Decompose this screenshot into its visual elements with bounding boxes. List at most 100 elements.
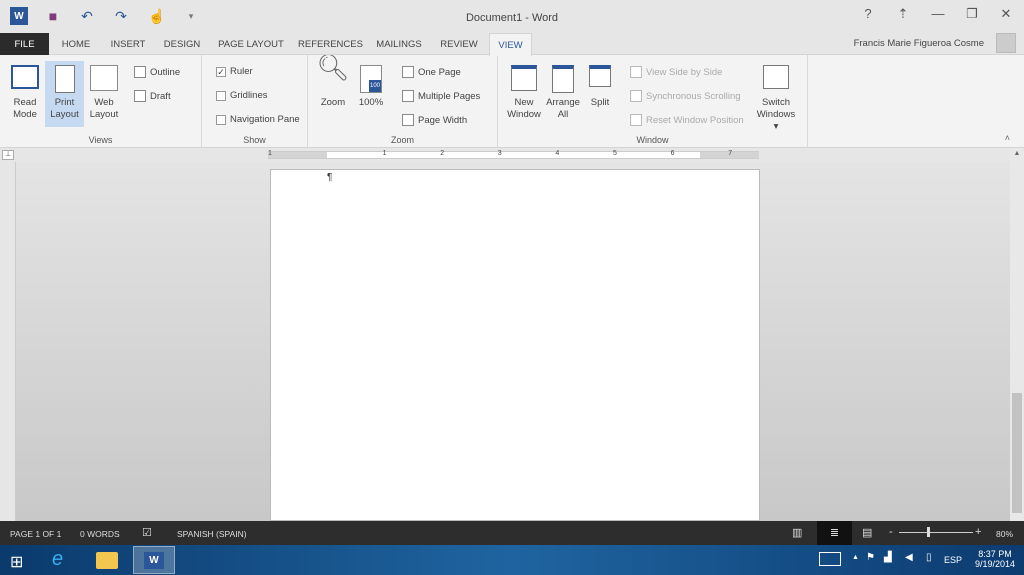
print-layout-button[interactable]: Print Layout (45, 61, 84, 127)
title-bar: W ■ ↶ ↷ ☝ ▾ Document1 - Word ? ⇡ — ❐ ✕ (0, 0, 1024, 33)
views-group: Read Mode Print Layout Web Layout Outlin… (0, 55, 202, 148)
synchronous-scrolling-button[interactable]: Synchronous Scrolling (630, 90, 741, 102)
ruler-checkbox[interactable]: ✓ Ruler (216, 66, 253, 77)
zoom-slider[interactable] (899, 532, 973, 533)
zoom-level[interactable]: 80% (996, 529, 1013, 539)
input-language[interactable]: ESP (944, 555, 962, 565)
avatar[interactable] (996, 33, 1016, 53)
outline-button[interactable]: Outline (134, 66, 180, 78)
page-width-label: Page Width (418, 114, 468, 126)
date: 9/19/2014 (975, 559, 1016, 569)
zoom-out-icon[interactable]: - (889, 526, 893, 538)
vertical-scrollbar[interactable]: ▲ (1010, 148, 1024, 521)
scroll-up-icon[interactable]: ▲ (1012, 150, 1022, 160)
zoom-group-label: Zoom (390, 135, 414, 145)
taskbar: ⊞ e W ▲ ⚑ ▟ ◀ ▯ ESP 8:37 PM 9/19/2014 (0, 545, 1024, 575)
new-window-button[interactable]: New Window (504, 61, 544, 127)
multiple-pages-icon (402, 90, 414, 102)
window-group-label: Window (636, 135, 669, 145)
page-width-button[interactable]: Page Width (402, 114, 467, 126)
help-icon[interactable]: ? (858, 6, 878, 21)
web-layout-view-icon[interactable]: ▤ (862, 526, 872, 539)
word-taskbar-button[interactable]: W (133, 546, 175, 574)
100-badge: 100 (368, 80, 381, 92)
draft-button[interactable]: Draft (134, 90, 171, 102)
restore-icon[interactable]: ❐ (962, 6, 982, 22)
split-button[interactable]: Split (584, 61, 616, 127)
proofing-icon[interactable]: ☑ (142, 526, 152, 539)
tab-home[interactable]: HOME (56, 33, 96, 55)
tab-selector[interactable]: ⊥ (2, 150, 14, 160)
window-group: New Window Arrange All Split View Side b… (498, 55, 808, 148)
battery-icon[interactable]: ▯ (926, 552, 932, 563)
arrange-all-button[interactable]: Arrange All (544, 61, 582, 127)
split-label: Split (590, 97, 610, 108)
100-percent-label: 100% (358, 97, 384, 108)
navigation-pane-checkbox[interactable]: Navigation Pane (216, 114, 300, 125)
ribbon-display-icon[interactable]: ⇡ (893, 6, 913, 22)
read-mode-button[interactable]: Read Mode (5, 61, 45, 127)
page-width-icon (402, 114, 414, 126)
reset-window-position-button[interactable]: Reset Window Position (630, 114, 744, 126)
show-hidden-icons[interactable]: ▲ (852, 554, 859, 561)
ruler-number: 1 (268, 150, 272, 157)
multiple-pages-label: Multiple Pages (418, 90, 481, 102)
network-icon[interactable]: ▟ (884, 552, 892, 563)
vertical-ruler[interactable] (0, 162, 16, 521)
zoom-in-icon[interactable]: + (975, 526, 981, 538)
minimize-icon[interactable]: — (928, 6, 948, 21)
switch-windows-icon (763, 65, 789, 89)
reset-window-icon (630, 114, 642, 126)
zoom-label: Zoom (320, 97, 346, 108)
tab-design[interactable]: DESIGN (160, 33, 204, 55)
clock[interactable]: 8:37 PM 9/19/2014 (975, 549, 1015, 569)
switch-windows-button[interactable]: Switch Windows ▾ (754, 61, 798, 132)
gridlines-checkbox[interactable]: Gridlines (216, 90, 268, 101)
tab-references[interactable]: REFERENCES (298, 33, 363, 55)
one-page-button[interactable]: One Page (402, 66, 461, 78)
language[interactable]: SPANISH (SPAIN) (177, 529, 247, 539)
100-percent-icon: 100 (360, 65, 382, 93)
print-layout-icon (54, 65, 75, 93)
volume-icon[interactable]: ◀ (905, 552, 913, 563)
tab-insert[interactable]: INSERT (108, 33, 148, 55)
one-page-label: One Page (418, 66, 461, 78)
tab-view[interactable]: VIEW (489, 33, 532, 56)
scrollbar-thumb[interactable] (1012, 393, 1022, 513)
ribbon: Read Mode Print Layout Web Layout Outlin… (0, 54, 1024, 148)
web-layout-button[interactable]: Web Layout (85, 61, 123, 127)
keyboard-icon[interactable] (819, 552, 841, 566)
ruler-number: 5 (613, 150, 617, 157)
web-layout-label: Web Layout (89, 97, 119, 120)
tab-review[interactable]: REVIEW (436, 33, 482, 55)
ruler-number: 3 (497, 150, 502, 157)
navigation-pane-label: Navigation Pane (230, 114, 300, 125)
start-icon[interactable]: ⊞ (10, 552, 23, 572)
print-layout-view-icon[interactable]: ≣ (817, 521, 852, 545)
zoom-button[interactable]: 🔍︎ Zoom (316, 54, 350, 127)
multiple-pages-button[interactable]: Multiple Pages (402, 90, 480, 102)
close-icon[interactable]: ✕ (996, 6, 1016, 22)
tab-file[interactable]: FILE (0, 33, 49, 55)
show-group-label: Show (243, 135, 266, 145)
tab-mailings[interactable]: MAILINGS (374, 33, 424, 55)
horizontal-ruler[interactable]: 1 1 2 3 4 5 6 7 (268, 150, 759, 159)
gridlines-label: Gridlines (230, 90, 268, 101)
page-count[interactable]: PAGE 1 OF 1 (10, 529, 61, 539)
file-explorer-icon[interactable] (96, 552, 118, 569)
read-mode-view-icon[interactable]: ▥ (792, 526, 802, 539)
user-name[interactable]: Francis Marie Figueroa Cosme (854, 38, 984, 49)
zoom-slider-thumb[interactable] (926, 527, 930, 537)
document-page[interactable]: ¶ (270, 169, 760, 521)
one-page-icon (402, 66, 414, 78)
action-center-icon[interactable]: ⚑ (866, 552, 875, 563)
view-side-by-side-button[interactable]: View Side by Side (630, 66, 722, 78)
internet-explorer-icon[interactable]: e (52, 548, 63, 571)
collapse-ribbon-icon[interactable]: ˄ (1005, 133, 1010, 143)
new-window-icon (511, 65, 537, 91)
ruler-label: Ruler (230, 66, 253, 77)
checkbox-box (216, 90, 226, 101)
100-percent-button[interactable]: 100 100% (354, 61, 388, 127)
tab-page-layout[interactable]: PAGE LAYOUT (216, 33, 286, 55)
word-count[interactable]: 0 WORDS (80, 529, 120, 539)
